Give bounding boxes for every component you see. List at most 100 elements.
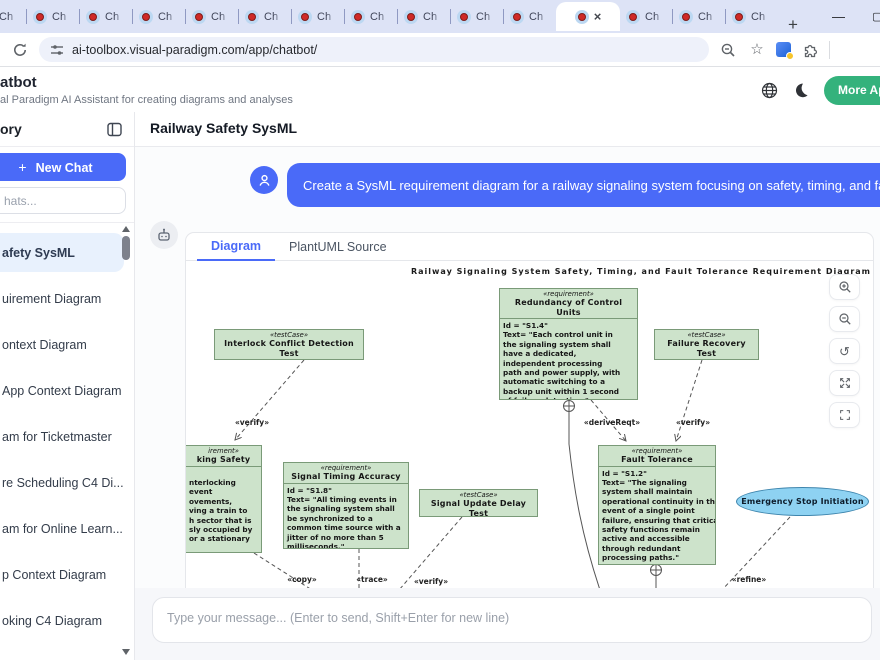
visual-paradigm-favicon — [575, 10, 589, 24]
zoom-in-button[interactable] — [829, 274, 860, 300]
browser-tab[interactable]: Ch — [345, 0, 397, 33]
tab-label: Ch — [476, 11, 494, 23]
chat-main: Railway Safety SysML Create a SysML requ… — [135, 112, 880, 660]
bot-response-card: Diagram PlantUML Source Railway Signalin… — [185, 232, 874, 588]
visual-paradigm-favicon — [457, 10, 471, 24]
visual-paradigm-favicon — [298, 10, 312, 24]
window-maximize-button[interactable]: ▢ — [872, 0, 880, 33]
reset-view-button[interactable]: ↺ — [829, 338, 860, 364]
tab-diagram[interactable]: Diagram — [197, 234, 275, 261]
browser-tab[interactable]: Ch — [186, 0, 238, 33]
visual-paradigm-favicon — [192, 10, 206, 24]
edge-label: «verify» — [414, 577, 448, 586]
dark-mode-moon-icon[interactable] — [792, 81, 810, 99]
browser-tab[interactable]: Ch — [133, 0, 185, 33]
message-input[interactable] — [152, 597, 872, 643]
visual-paradigm-favicon — [351, 10, 365, 24]
chat-history-item[interactable]: ontext Diagram — [0, 325, 124, 364]
chat-history-item[interactable]: p Context Diagram — [0, 555, 124, 594]
tab-plantuml-source[interactable]: PlantUML Source — [275, 235, 401, 260]
person-icon — [257, 173, 272, 188]
browser-tab[interactable]: Ch — [0, 0, 26, 33]
diagram-node-redundancy-of-control-units[interactable]: «requirement»Redundancy of Control Units… — [499, 288, 638, 400]
new-tab-button[interactable]: + — [788, 16, 798, 33]
app-subtitle: al Paradigm AI Assistant for creating di… — [0, 94, 293, 106]
diagram-node-interlocking-safety[interactable]: irement»king Safety nterlockingeventovem… — [186, 445, 262, 553]
app-title: atbot — [0, 74, 37, 91]
diagram-node-fault-tolerance[interactable]: «requirement»Fault ToleranceId = "S1.2"T… — [598, 445, 716, 565]
chat-history-item[interactable]: App Context Diagram — [0, 371, 124, 410]
visual-paradigm-favicon — [139, 10, 153, 24]
reload-icon[interactable] — [10, 40, 30, 60]
tab-label: Ch — [698, 11, 716, 23]
scrollbar-down-arrow[interactable] — [122, 649, 130, 655]
chat-history-item[interactable]: am for Ticketmaster — [0, 417, 124, 456]
visual-paradigm-favicon — [679, 10, 693, 24]
expand-button[interactable] — [829, 370, 860, 396]
chat-history-item[interactable]: re Scheduling C4 Di... — [0, 463, 124, 502]
diagram-node-failure-recovery-test[interactable]: «testCase»Failure Recovery Test — [654, 329, 759, 360]
browser-tab[interactable]: Ch — [726, 0, 778, 33]
chat-history-item[interactable]: uirement Diagram — [0, 279, 124, 318]
collapse-sidebar-icon[interactable] — [106, 121, 123, 138]
browser-tab[interactable]: Ch — [451, 0, 503, 33]
user-message-bubble: Create a SysML requirement diagram for a… — [287, 163, 880, 207]
app-window: ChChChChChChChChChChCh×ChChCh + — ▢ ai-t… — [0, 0, 880, 660]
browser-tab-active[interactable]: × — [556, 2, 620, 31]
visual-paradigm-favicon — [732, 10, 746, 24]
bot-avatar — [150, 221, 178, 249]
chat-title: Railway Safety SysML — [150, 120, 297, 136]
diagram-node-signal-update-delay-test[interactable]: «testCase»Signal Update Delay Test — [419, 489, 538, 517]
zoom-icon[interactable] — [718, 40, 738, 60]
robot-icon — [156, 227, 172, 243]
edge-label: «verify» — [676, 418, 710, 427]
tab-label: Ch — [645, 11, 663, 23]
browser-tab[interactable]: Ch — [292, 0, 344, 33]
browser-tab[interactable]: Ch — [504, 0, 556, 33]
zoom-out-button[interactable] — [829, 306, 860, 332]
window-minimize-button[interactable]: — — [832, 0, 845, 33]
address-bar[interactable]: ai-toolbox.visual-paradigm.com/app/chatb… — [39, 37, 709, 62]
diagram-node-signal-timing-accuracy[interactable]: «requirement»Signal Timing AccuracyId = … — [283, 462, 409, 549]
browser-tab[interactable]: Ch — [27, 0, 79, 33]
edge-label: «refine» — [732, 575, 766, 584]
tab-list: ChChChChChChChChChChCh×ChChCh — [0, 0, 778, 33]
browser-tab[interactable]: Ch — [673, 0, 725, 33]
chat-history-item[interactable]: am for Online Learn... — [0, 509, 124, 548]
browser-tab[interactable]: Ch — [398, 0, 450, 33]
chat-history-item[interactable]: oking C4 Diagram — [0, 601, 124, 640]
diagram-controls: ↺ — [829, 274, 860, 428]
new-chat-button[interactable]: +New Chat — [0, 153, 126, 181]
visual-paradigm-favicon — [33, 10, 47, 24]
search-chats-input[interactable] — [0, 187, 126, 214]
extensions-puzzle-icon[interactable] — [800, 40, 820, 60]
scrollbar-up-arrow[interactable] — [122, 226, 130, 232]
diagram-node-emergency-stop-initiation[interactable]: Emergency Stop Initiation — [736, 487, 869, 516]
site-settings-icon[interactable] — [50, 43, 64, 57]
diagram-node-interlock-conflict-test[interactable]: «testCase»Interlock Conflict Detection T… — [214, 329, 364, 360]
edge-label: «copy» — [287, 575, 317, 584]
fullscreen-button[interactable] — [829, 402, 860, 428]
sidebar-divider — [0, 222, 134, 223]
profile-extension-icon[interactable] — [776, 42, 791, 57]
bookmark-star-icon[interactable]: ☆ — [747, 40, 767, 60]
browser-tab[interactable]: Ch — [620, 0, 672, 33]
language-globe-icon[interactable] — [760, 81, 778, 99]
more-apps-button[interactable]: More Ap — [824, 76, 880, 105]
browser-tab[interactable]: Ch — [239, 0, 291, 33]
browser-toolbar: ai-toolbox.visual-paradigm.com/app/chatb… — [0, 33, 880, 67]
result-tabs: Diagram PlantUML Source — [186, 233, 873, 261]
tab-label: Ch — [370, 11, 388, 23]
tab-label: Ch — [751, 11, 769, 23]
scrollbar-thumb[interactable] — [122, 236, 130, 260]
app-header: atbot al Paradigm AI Assistant for creat… — [0, 68, 880, 113]
tab-close-icon[interactable]: × — [594, 10, 602, 23]
tab-label: Ch — [105, 11, 123, 23]
edge-label: «trace» — [356, 575, 388, 584]
diagram-viewport[interactable]: Railway Signaling System Safety, Timing,… — [186, 261, 873, 588]
browser-tab[interactable]: Ch — [80, 0, 132, 33]
chat-footer — [135, 588, 880, 660]
tab-label: Ch — [211, 11, 229, 23]
chat-history-item[interactable]: afety SysML — [0, 233, 124, 272]
chat-history-list: afety SysML uirement Diagram ontext Diagra… — [0, 226, 124, 660]
